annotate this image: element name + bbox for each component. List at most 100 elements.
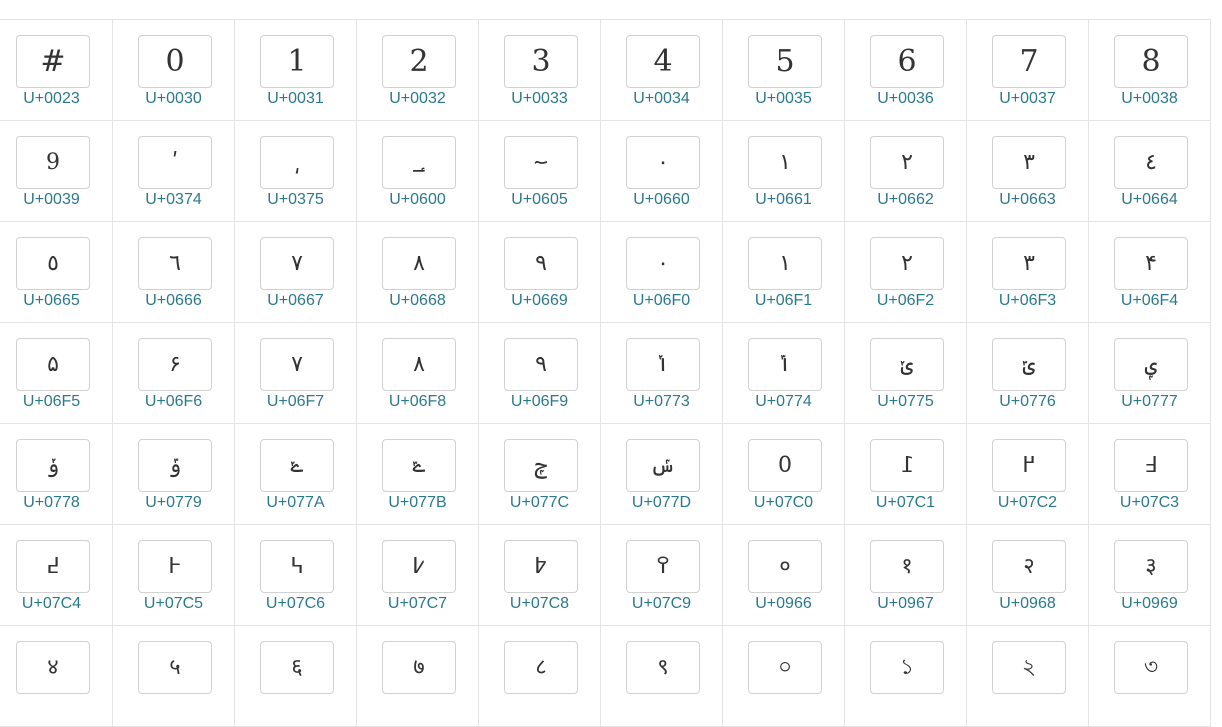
character-cell[interactable]: ९ <box>601 626 723 727</box>
character-cell[interactable]: ߃ U+07C3 <box>1089 424 1211 525</box>
glyph-preview: ۳ <box>992 237 1066 290</box>
character-cell[interactable]: ۴ U+06F4 <box>1089 222 1211 323</box>
codepoint-label: U+07C2 <box>997 494 1058 511</box>
character-cell[interactable]: ؀ U+0600 <box>357 121 479 222</box>
character-cell[interactable]: ݸ U+0778 <box>0 424 113 525</box>
character-cell[interactable]: ʹ U+0374 <box>113 121 235 222</box>
character-cell[interactable]: ݵ U+0775 <box>845 323 967 424</box>
character-cell[interactable]: ͵ U+0375 <box>235 121 357 222</box>
codepoint-label: U+06F1 <box>754 292 813 309</box>
character-cell[interactable]: ٨ U+0668 <box>357 222 479 323</box>
character-cell[interactable]: ߂ U+07C2 <box>967 424 1089 525</box>
character-cell[interactable]: ؅ U+0605 <box>479 121 601 222</box>
codepoint-label: U+0035 <box>755 90 812 107</box>
character-cell[interactable]: ١ U+0661 <box>723 121 845 222</box>
character-cell[interactable]: ߄ U+07C4 <box>0 525 113 626</box>
character-cell[interactable]: ۳ U+06F3 <box>967 222 1089 323</box>
glyph-preview: ৩ <box>1114 641 1188 694</box>
character-cell[interactable]: ۲ U+06F2 <box>845 222 967 323</box>
character-cell[interactable]: ২ <box>967 626 1089 727</box>
character-cell[interactable]: ݽ U+077D <box>601 424 723 525</box>
glyph-preview: ݵ <box>870 338 944 391</box>
character-cell[interactable]: ৩ <box>1089 626 1211 727</box>
glyph-preview: ݶ <box>992 338 1066 391</box>
character-cell[interactable]: ० U+0966 <box>723 525 845 626</box>
character-cell[interactable]: ۶ U+06F6 <box>113 323 235 424</box>
character-cell[interactable]: ۸ U+06F8 <box>357 323 479 424</box>
character-cell[interactable]: ५ <box>113 626 235 727</box>
character-cell[interactable]: 0 U+0030 <box>113 20 235 121</box>
character-cell[interactable]: 2 U+0032 <box>357 20 479 121</box>
glyph-preview: ١ <box>748 136 822 189</box>
glyph-preview: २ <box>992 540 1066 593</box>
character-cell[interactable]: ۹ U+06F9 <box>479 323 601 424</box>
glyph-preview: 3 <box>504 35 578 88</box>
codepoint-label: U+0773 <box>633 393 690 410</box>
codepoint-label: U+06F2 <box>876 292 935 309</box>
character-cell[interactable]: ݷ U+0777 <box>1089 323 1211 424</box>
codepoint-label: U+0665 <box>23 292 80 309</box>
character-cell[interactable]: 1 U+0031 <box>235 20 357 121</box>
character-cell[interactable]: ߆ U+07C6 <box>235 525 357 626</box>
character-cell[interactable]: ߈ U+07C8 <box>479 525 601 626</box>
character-cell[interactable]: ٧ U+0667 <box>235 222 357 323</box>
character-cell[interactable]: ٩ U+0669 <box>479 222 601 323</box>
character-cell[interactable]: ٥ U+0665 <box>0 222 113 323</box>
character-cell[interactable]: ٢ U+0662 <box>845 121 967 222</box>
character-cell[interactable]: ४ <box>0 626 113 727</box>
character-cell[interactable]: 8 U+0038 <box>1089 20 1211 121</box>
codepoint-label: U+07C5 <box>143 595 204 612</box>
character-cell[interactable]: ٠ U+0660 <box>601 121 723 222</box>
character-cell[interactable]: ݻ U+077B <box>357 424 479 525</box>
character-cell[interactable]: ३ U+0969 <box>1089 525 1211 626</box>
character-cell[interactable]: ٣ U+0663 <box>967 121 1089 222</box>
glyph-preview: ५ <box>138 641 212 694</box>
character-cell[interactable]: ݺ U+077A <box>235 424 357 525</box>
character-cell[interactable]: ߁ U+07C1 <box>845 424 967 525</box>
glyph-preview: 7 <box>992 35 1066 88</box>
codepoint-label: U+0774 <box>755 393 812 410</box>
codepoint-label: U+0775 <box>877 393 934 410</box>
character-cell[interactable]: # U+0023 <box>0 20 113 121</box>
glyph-preview: ݷ <box>1114 338 1188 391</box>
character-cell[interactable]: ݳ U+0773 <box>601 323 723 424</box>
codepoint-label: U+0661 <box>755 191 812 208</box>
glyph-preview: ٨ <box>382 237 456 290</box>
character-cell[interactable]: ߀ U+07C0 <box>723 424 845 525</box>
character-cell[interactable]: ۱ U+06F1 <box>723 222 845 323</box>
glyph-preview: ݺ <box>260 439 334 492</box>
character-cell[interactable]: ٤ U+0664 <box>1089 121 1211 222</box>
character-cell[interactable]: ۷ U+06F7 <box>235 323 357 424</box>
codepoint-label: U+0023 <box>23 90 80 107</box>
codepoint-label: U+0969 <box>1121 595 1178 612</box>
codepoint-label: U+0664 <box>1121 191 1178 208</box>
character-cell[interactable]: २ U+0968 <box>967 525 1089 626</box>
character-grid: # U+0023 0 U+0030 1 U+0031 2 U+0032 3 U+0033 4 U+00… <box>0 19 1211 727</box>
character-cell[interactable]: 4 U+0034 <box>601 20 723 121</box>
character-cell[interactable]: 6 U+0036 <box>845 20 967 121</box>
glyph-preview: 9 <box>16 136 90 189</box>
character-cell[interactable]: ݼ U+077C <box>479 424 601 525</box>
character-cell[interactable]: ১ <box>845 626 967 727</box>
character-cell[interactable]: ߅ U+07C5 <box>113 525 235 626</box>
character-cell[interactable]: ݴ U+0774 <box>723 323 845 424</box>
character-cell[interactable]: ٦ U+0666 <box>113 222 235 323</box>
character-cell[interactable]: ۰ U+06F0 <box>601 222 723 323</box>
character-cell[interactable]: 7 U+0037 <box>967 20 1089 121</box>
character-cell[interactable]: ۵ U+06F5 <box>0 323 113 424</box>
codepoint-label: U+0039 <box>23 191 80 208</box>
character-cell[interactable]: ߇ U+07C7 <box>357 525 479 626</box>
character-cell[interactable]: 5 U+0035 <box>723 20 845 121</box>
character-cell[interactable]: ০ <box>723 626 845 727</box>
character-cell[interactable]: ६ <box>235 626 357 727</box>
character-cell[interactable]: ߉ U+07C9 <box>601 525 723 626</box>
character-cell[interactable]: ݶ U+0776 <box>967 323 1089 424</box>
codepoint-label: U+0030 <box>145 90 202 107</box>
character-cell[interactable]: ७ <box>357 626 479 727</box>
character-cell[interactable]: १ U+0967 <box>845 525 967 626</box>
character-cell[interactable]: 3 U+0033 <box>479 20 601 121</box>
character-cell[interactable]: ݹ U+0779 <box>113 424 235 525</box>
character-cell[interactable]: ८ <box>479 626 601 727</box>
codepoint-label: U+06F0 <box>632 292 691 309</box>
character-cell[interactable]: 9 U+0039 <box>0 121 113 222</box>
